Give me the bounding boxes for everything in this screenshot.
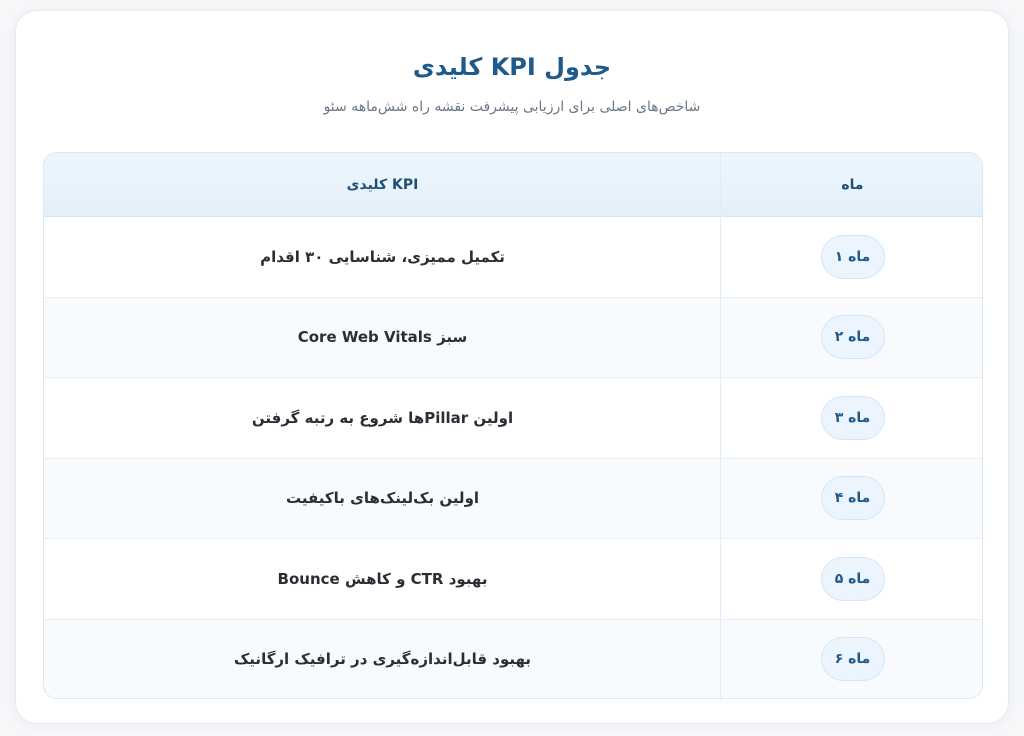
- month-badge: ماه ۲: [820, 315, 885, 360]
- table-row: Core Web Vitals سبز ماه ۲: [44, 297, 982, 378]
- column-header-kpi: KPI کلیدی: [346, 177, 419, 193]
- table-row: بهبود CTR و کاهش Bounce ماه ۵: [44, 539, 982, 620]
- table-row: اولین Pillarها شروع به رتبه گرفتن ماه ۳: [44, 378, 982, 459]
- kpi-cell: تکمیل ممیزی، شناسایی ۳۰ اقدام: [260, 247, 505, 266]
- kpi-cell: اولین بک‌لینک‌های باکیفیت: [285, 489, 480, 508]
- month-cell: ماه ۳: [721, 378, 982, 458]
- month-badge: ماه ۶: [820, 637, 885, 682]
- kpi-cell: بهبود CTR و کاهش Bounce: [277, 569, 488, 588]
- month-cell: ماه ۲: [721, 298, 982, 378]
- month-cell: ماه ۵: [721, 539, 982, 619]
- month-cell: ماه ۴: [721, 459, 982, 539]
- table-row: بهبود قابل‌اندازه‌گیری در ترافیک ارگانیک…: [44, 619, 982, 699]
- month-cell: ماه ۱: [721, 217, 982, 297]
- kpi-cell: Core Web Vitals سبز: [297, 328, 468, 347]
- table-row: تکمیل ممیزی، شناسایی ۳۰ اقدام ماه ۱: [44, 217, 982, 298]
- table-row: اولین بک‌لینک‌های باکیفیت ماه ۴: [44, 458, 982, 539]
- page-title: جدول KPI کلیدی: [412, 53, 612, 81]
- kpi-table: KPI کلیدی ماه تکمیل ممیزی، شناسایی ۳۰ اق…: [43, 152, 983, 699]
- month-badge: ماه ۴: [820, 476, 885, 521]
- kpi-card: جدول KPI کلیدی شاخص‌های اصلی برای ارزیاب…: [15, 10, 1009, 724]
- table-header: KPI کلیدی ماه: [44, 153, 982, 217]
- month-badge: ماه ۳: [820, 395, 885, 440]
- column-header-month: ماه: [841, 177, 864, 193]
- month-badge: ماه ۵: [820, 556, 885, 601]
- column-divider: [720, 153, 721, 698]
- kpi-cell: اولین Pillarها شروع به رتبه گرفتن: [251, 408, 514, 427]
- month-cell: ماه ۶: [721, 620, 982, 699]
- month-badge: ماه ۱: [820, 234, 885, 279]
- page-subtitle: شاخص‌های اصلی برای ارزیابی پیشرفت نقشه ر…: [323, 99, 701, 115]
- kpi-cell: بهبود قابل‌اندازه‌گیری در ترافیک ارگانیک: [233, 650, 532, 669]
